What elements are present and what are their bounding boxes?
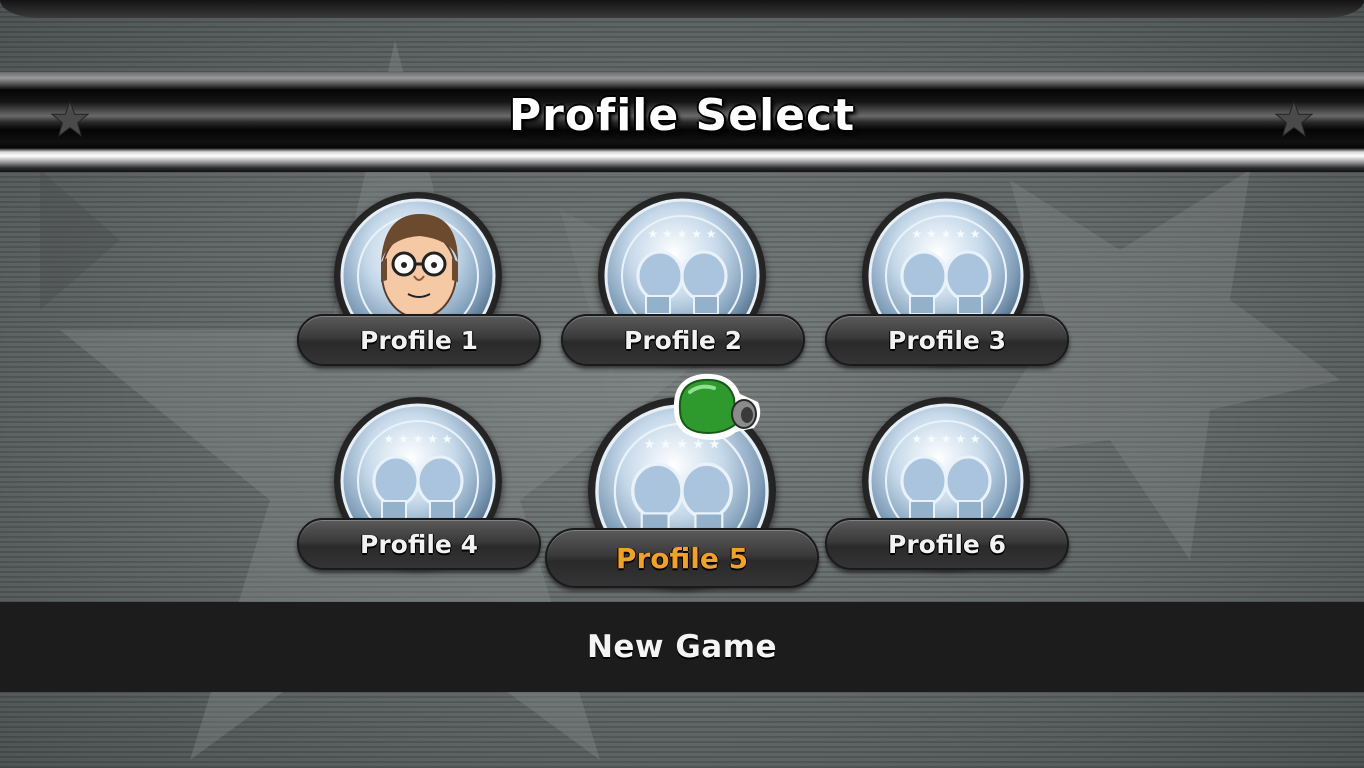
- profile-label[interactable]: Profile 3: [825, 314, 1069, 366]
- svg-text:★ ★ ★ ★ ★: ★ ★ ★ ★ ★: [911, 227, 980, 241]
- boxing-glove-cursor-icon: [673, 373, 761, 440]
- profile-label[interactable]: Profile 2: [561, 314, 805, 366]
- svg-text:★ ★ ★ ★ ★: ★ ★ ★ ★ ★: [911, 432, 980, 446]
- svg-text:★ ★ ★ ★ ★: ★ ★ ★ ★ ★: [647, 227, 716, 241]
- top-frame-edge: [0, 0, 1364, 18]
- profile-label-selected[interactable]: Profile 5: [545, 528, 819, 588]
- page-title: Profile Select: [508, 90, 856, 141]
- profile-label[interactable]: Profile 1: [297, 314, 541, 366]
- new-game-label: New Game: [586, 629, 778, 665]
- svg-text:★ ★ ★ ★ ★: ★ ★ ★ ★ ★: [383, 432, 452, 446]
- profile-label[interactable]: Profile 4: [297, 518, 541, 570]
- profile-label[interactable]: Profile 6: [825, 518, 1069, 570]
- new-game-button[interactable]: New Game: [0, 602, 1364, 692]
